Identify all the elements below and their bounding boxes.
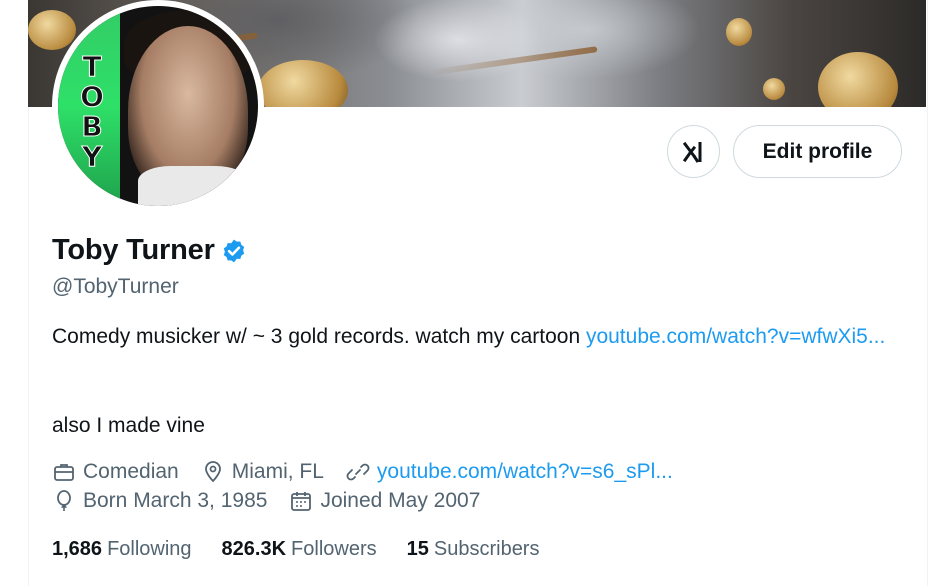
profession-text: Comedian: [83, 460, 179, 483]
location-pin-icon: [204, 461, 221, 483]
website-link[interactable]: youtube.com/watch?v=s6_sPl...: [377, 460, 673, 484]
website-item[interactable]: youtube.com/watch?v=s6_sPl...: [346, 460, 673, 484]
avatar-letters: T O B Y: [80, 50, 105, 173]
followers-count: 826.3K: [221, 538, 287, 560]
birthday-text: Born March 3, 1985: [83, 489, 268, 512]
location-item: Miami, FL: [201, 460, 324, 484]
verified-badge-icon[interactable]: [221, 238, 247, 264]
edit-profile-button[interactable]: Edit profile: [733, 125, 902, 178]
following-stat[interactable]: 1,686 Following: [52, 538, 192, 561]
profile-avatar[interactable]: T O B Y: [52, 0, 264, 212]
banner-asteroid: [763, 78, 785, 100]
bio-line-2: also I made vine: [52, 414, 205, 437]
profession-item: Comedian: [52, 460, 179, 484]
banner-asteroid: [726, 18, 752, 46]
joined-item: Joined May 2007: [289, 489, 480, 513]
profile-bio: Comedy musicker w/ ~ 3 gold records. wat…: [52, 322, 892, 352]
following-count: 1,686: [52, 538, 103, 560]
profile-name: Toby Turner: [52, 234, 215, 266]
profile-handle: @TobyTurner: [52, 275, 179, 298]
banner-streak: [428, 46, 598, 76]
location-text: Miami, FL: [231, 460, 324, 483]
followers-stat[interactable]: 826.3K Followers: [222, 538, 377, 561]
balloon-icon: [57, 490, 71, 511]
following-label: Following: [107, 538, 192, 560]
subscribers-stat[interactable]: 15 Subscribers: [407, 538, 540, 561]
grok-button[interactable]: [667, 125, 720, 178]
joined-text: Joined May 2007: [320, 489, 481, 512]
subscribers-count: 15: [406, 538, 429, 560]
birthday-item: Born March 3, 1985: [52, 489, 267, 513]
subscribers-label: Subscribers: [433, 538, 540, 560]
followers-label: Followers: [291, 538, 377, 560]
xai-logo-icon: [682, 141, 701, 163]
calendar-icon: [291, 492, 312, 511]
banner-asteroid: [258, 60, 348, 107]
bio-text: Comedy musicker w/ ~ 3 gold records. wat…: [52, 325, 586, 348]
banner-asteroid: [818, 52, 898, 107]
briefcase-icon: [54, 464, 74, 481]
bio-link[interactable]: youtube.com/watch?v=wfwXi5...: [586, 325, 885, 348]
link-icon: [346, 463, 370, 481]
